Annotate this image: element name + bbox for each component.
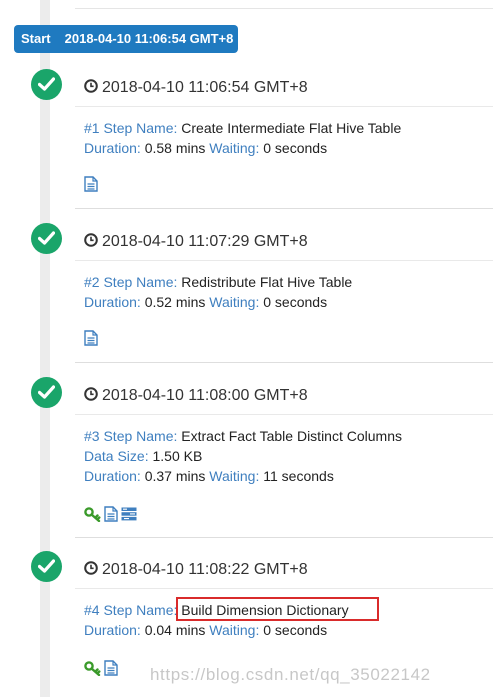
step-name-key: #3 Step Name: xyxy=(84,428,178,444)
duration-line: Duration: 0.37 mins Waiting: 11 seconds xyxy=(84,467,334,485)
step-name-key: #2 Step Name: xyxy=(84,274,178,290)
duration-line: Duration: 0.52 mins Waiting: 0 seconds xyxy=(84,293,327,311)
step-name-value: Create Intermediate Flat Hive Table xyxy=(181,120,402,136)
duration-line: Duration: 0.58 mins Waiting: 0 seconds xyxy=(84,139,327,157)
key-icon[interactable] xyxy=(84,506,101,527)
step-name-line: #1 Step Name: Create Intermediate Flat H… xyxy=(84,119,401,137)
tasks-icon[interactable] xyxy=(121,507,137,526)
log-file-icon[interactable] xyxy=(104,506,118,527)
clock-icon xyxy=(84,233,98,247)
duration-value: 0.37 mins xyxy=(144,468,206,484)
step-timestamp: 2018-04-10 11:07:29 GMT+8 xyxy=(102,233,308,250)
step-name-key: #4 Step Name: xyxy=(84,602,178,618)
key-icon[interactable] xyxy=(84,660,101,681)
step-name-line: #2 Step Name: Redistribute Flat Hive Tab… xyxy=(84,273,352,291)
duration-value: 0.58 mins xyxy=(144,140,206,156)
step-time-header: 2018-04-10 11:08:00 GMT+8 xyxy=(84,386,308,406)
log-file-icon[interactable] xyxy=(84,330,98,351)
success-check-icon xyxy=(31,223,62,254)
waiting-key: Waiting: xyxy=(209,140,260,156)
step-actions xyxy=(84,330,98,351)
divider xyxy=(75,414,493,415)
clock-icon xyxy=(84,79,98,93)
success-check-icon xyxy=(31,69,62,100)
highlight-box xyxy=(176,597,379,621)
step-name-line: #3 Step Name: Extract Fact Table Distinc… xyxy=(84,427,402,445)
start-timestamp: 2018-04-10 11:06:54 GMT+8 xyxy=(64,31,234,46)
duration-key: Duration: xyxy=(84,468,141,484)
step-time-header: 2018-04-10 11:07:29 GMT+8 xyxy=(84,232,308,252)
waiting-key: Waiting: xyxy=(209,294,260,310)
step-actions xyxy=(84,660,118,681)
start-label: Start xyxy=(21,31,51,46)
duration-line: Duration: 0.04 mins Waiting: 0 seconds xyxy=(84,621,327,639)
divider xyxy=(75,106,493,107)
timeline-rail xyxy=(40,0,50,697)
data-size-value: 1.50 KB xyxy=(152,448,203,464)
watermark-text: https://blog.csdn.net/qq_35022142 xyxy=(150,665,431,684)
duration-value: 0.52 mins xyxy=(144,294,206,310)
waiting-value: 11 seconds xyxy=(263,468,334,484)
data-size-key: Data Size: xyxy=(84,448,149,464)
data-size-line: Data Size: 1.50 KB xyxy=(84,447,202,465)
waiting-value: 0 seconds xyxy=(263,140,328,156)
step-timestamp: 2018-04-10 11:06:54 GMT+8 xyxy=(102,79,308,96)
success-check-icon xyxy=(31,551,62,582)
step-time-header: 2018-04-10 11:08:22 GMT+8 xyxy=(84,560,308,580)
duration-key: Duration: xyxy=(84,622,141,638)
divider xyxy=(75,260,493,261)
divider xyxy=(75,537,493,538)
duration-key: Duration: xyxy=(84,140,141,156)
waiting-value: 0 seconds xyxy=(263,294,328,310)
start-badge: Start 2018-04-10 11:06:54 GMT+8 xyxy=(14,25,239,53)
success-check-icon xyxy=(31,377,62,408)
waiting-key: Waiting: xyxy=(209,622,260,638)
step-actions xyxy=(84,506,137,527)
divider xyxy=(75,362,493,363)
step-name-key: #1 Step Name: xyxy=(84,120,178,136)
log-file-icon[interactable] xyxy=(104,660,118,681)
log-file-icon[interactable] xyxy=(84,176,98,197)
divider xyxy=(75,208,493,209)
step-actions xyxy=(84,176,98,197)
waiting-key: Waiting: xyxy=(209,468,260,484)
waiting-value: 0 seconds xyxy=(263,622,328,638)
step-time-header: 2018-04-10 11:06:54 GMT+8 xyxy=(84,78,308,98)
step-timestamp: 2018-04-10 11:08:22 GMT+8 xyxy=(102,561,308,578)
duration-key: Duration: xyxy=(84,294,141,310)
duration-value: 0.04 mins xyxy=(144,622,206,638)
divider xyxy=(75,588,493,589)
step-name-value: Redistribute Flat Hive Table xyxy=(181,274,353,290)
step-name-value: Extract Fact Table Distinct Columns xyxy=(181,428,402,444)
divider xyxy=(75,8,493,9)
step-timestamp: 2018-04-10 11:08:00 GMT+8 xyxy=(102,387,308,404)
clock-icon xyxy=(84,387,98,401)
clock-icon xyxy=(84,561,98,575)
